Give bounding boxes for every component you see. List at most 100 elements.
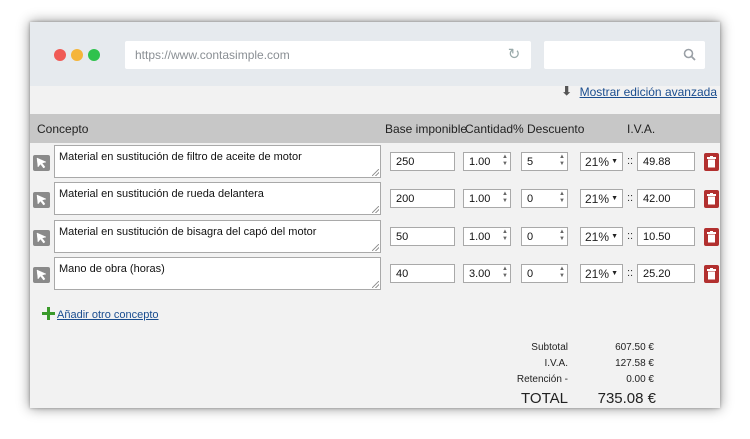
separator-dots: :: [627, 155, 634, 167]
cantidad-stepper[interactable]: 1.00 ▲ ▼ [463, 189, 511, 208]
iva-rate-select[interactable]: 21% ▼ [580, 264, 623, 283]
delete-row-button[interactable] [704, 190, 719, 208]
concept-row: Material en sustitución de bisagra del c… [30, 220, 720, 257]
separator-dots: :: [627, 267, 634, 279]
concept-textarea[interactable]: Material en sustitución de bisagra del c… [54, 220, 381, 253]
dropdown-arrow-icon: ▼ [611, 233, 618, 240]
browser-titlebar: https://www.contasimple.com ↻ [30, 22, 720, 86]
base-imponible-input[interactable]: 250 [390, 152, 455, 171]
iva-rate-select[interactable]: 21% ▼ [580, 189, 623, 208]
cantidad-value: 1.00 [469, 231, 491, 243]
total-label: TOTAL [521, 390, 568, 407]
advanced-edit-link[interactable]: Mostrar edición avanzada [580, 85, 717, 99]
add-concept-link[interactable]: Añadir otro concepto [57, 309, 159, 321]
resize-grip-icon[interactable] [372, 206, 379, 213]
iva-amount-value: 25.20 [643, 268, 671, 280]
descuento-stepper[interactable]: 0 ▲ ▼ [521, 189, 568, 208]
plus-icon [42, 307, 55, 320]
resize-grip-icon[interactable] [372, 244, 379, 251]
iva-amount-input[interactable]: 42.00 [637, 189, 695, 208]
trash-icon [707, 156, 716, 168]
trash-icon [707, 268, 716, 280]
concept-text: Material en sustitución de filtro de ace… [59, 151, 302, 163]
iva-rate-select[interactable]: 21% ▼ [580, 227, 623, 246]
table-header: Concepto Base imponible Cantidad % Descu… [30, 114, 720, 143]
iva-amount-input[interactable]: 10.50 [637, 227, 695, 246]
resize-grip-icon[interactable] [372, 169, 379, 176]
delete-row-button[interactable] [704, 153, 719, 171]
col-concepto: Concepto [37, 122, 89, 136]
cursor-arrow-icon [36, 232, 47, 244]
base-imponible-input[interactable]: 50 [390, 227, 455, 246]
resize-grip-icon[interactable] [372, 281, 379, 288]
spinner-arrows-icon[interactable]: ▲ ▼ [501, 191, 509, 206]
url-text: https://www.contasimple.com [135, 48, 290, 62]
cursor-arrow-icon [36, 269, 47, 281]
cursor-arrow-icon [36, 157, 47, 169]
cantidad-value: 1.00 [469, 193, 491, 205]
descuento-stepper[interactable]: 0 ▲ ▼ [521, 264, 568, 283]
select-product-button[interactable] [33, 230, 50, 246]
dropdown-arrow-icon: ▼ [611, 195, 618, 202]
subtotal-label: Subtotal [531, 342, 568, 353]
iva-rate-value: 21% [585, 192, 610, 206]
select-product-button[interactable] [33, 155, 50, 171]
cantidad-value: 1.00 [469, 156, 491, 168]
concept-textarea[interactable]: Material en sustitución de rueda delante… [54, 182, 381, 215]
iva-amount-value: 49.88 [643, 156, 671, 168]
concept-text: Material en sustitución de bisagra del c… [59, 226, 317, 238]
concept-row: Mano de obra (horas) 40 3.00 ▲ ▼ 0 ▲ ▼ 21%… [30, 257, 720, 294]
trash-icon [707, 193, 716, 205]
spinner-arrows-icon[interactable]: ▲ ▼ [558, 191, 566, 206]
spinner-arrows-icon[interactable]: ▲ ▼ [558, 229, 566, 244]
concept-row: Material en sustitución de rueda delante… [30, 182, 720, 219]
base-imponible-input[interactable]: 40 [390, 264, 455, 283]
spinner-arrows-icon[interactable]: ▲ ▼ [501, 266, 509, 281]
col-descuento: % Descuento [513, 122, 585, 136]
iva-rate-value: 21% [585, 155, 610, 169]
subtotal-value: 607.50 € [615, 342, 654, 353]
spinner-arrows-icon[interactable]: ▲ ▼ [558, 266, 566, 281]
reload-icon[interactable]: ↻ [503, 44, 525, 66]
delete-row-button[interactable] [704, 228, 719, 246]
browser-search-input[interactable] [544, 41, 705, 69]
spinner-arrows-icon[interactable]: ▲ ▼ [558, 154, 566, 169]
advanced-edit-toggle[interactable]: ⬇ Mostrar edición avanzada [562, 84, 717, 99]
concept-textarea[interactable]: Material en sustitución de filtro de ace… [54, 145, 381, 178]
base-value: 200 [396, 193, 415, 205]
iva-total-value: 127.58 € [615, 358, 654, 369]
separator-dots: :: [627, 230, 634, 242]
base-value: 40 [396, 268, 409, 280]
retencion-value: 0.00 € [626, 374, 654, 385]
select-product-button[interactable] [33, 267, 50, 283]
delete-row-button[interactable] [704, 265, 719, 283]
dropdown-arrow-icon: ▼ [611, 270, 618, 277]
minimize-window-button[interactable] [71, 49, 83, 61]
concept-textarea[interactable]: Mano de obra (horas) [54, 257, 381, 290]
descuento-value: 0 [527, 268, 534, 280]
close-window-button[interactable] [54, 49, 66, 61]
concept-text: Material en sustitución de rueda delante… [59, 188, 264, 200]
separator-dots: :: [627, 192, 634, 204]
cantidad-stepper[interactable]: 1.00 ▲ ▼ [463, 152, 511, 171]
descuento-stepper[interactable]: 5 ▲ ▼ [521, 152, 568, 171]
iva-rate-select[interactable]: 21% ▼ [580, 152, 623, 171]
iva-amount-input[interactable]: 49.88 [637, 152, 695, 171]
cantidad-stepper[interactable]: 1.00 ▲ ▼ [463, 227, 511, 246]
select-product-button[interactable] [33, 192, 50, 208]
address-bar[interactable]: https://www.contasimple.com ↻ [125, 41, 531, 69]
iva-amount-input[interactable]: 25.20 [637, 264, 695, 283]
base-value: 50 [396, 231, 409, 243]
iva-amount-value: 42.00 [643, 193, 671, 205]
descuento-stepper[interactable]: 0 ▲ ▼ [521, 227, 568, 246]
iva-total-label: I.V.A. [544, 358, 568, 369]
retencion-label: Retención - [516, 374, 568, 385]
maximize-window-button[interactable] [88, 49, 100, 61]
col-iva: I.V.A. [627, 122, 656, 136]
descuento-value: 5 [527, 156, 534, 168]
spinner-arrows-icon[interactable]: ▲ ▼ [501, 154, 509, 169]
base-imponible-input[interactable]: 200 [390, 189, 455, 208]
cantidad-stepper[interactable]: 3.00 ▲ ▼ [463, 264, 511, 283]
spinner-arrows-icon[interactable]: ▲ ▼ [501, 229, 509, 244]
total-value: 735.08 € [597, 390, 656, 407]
